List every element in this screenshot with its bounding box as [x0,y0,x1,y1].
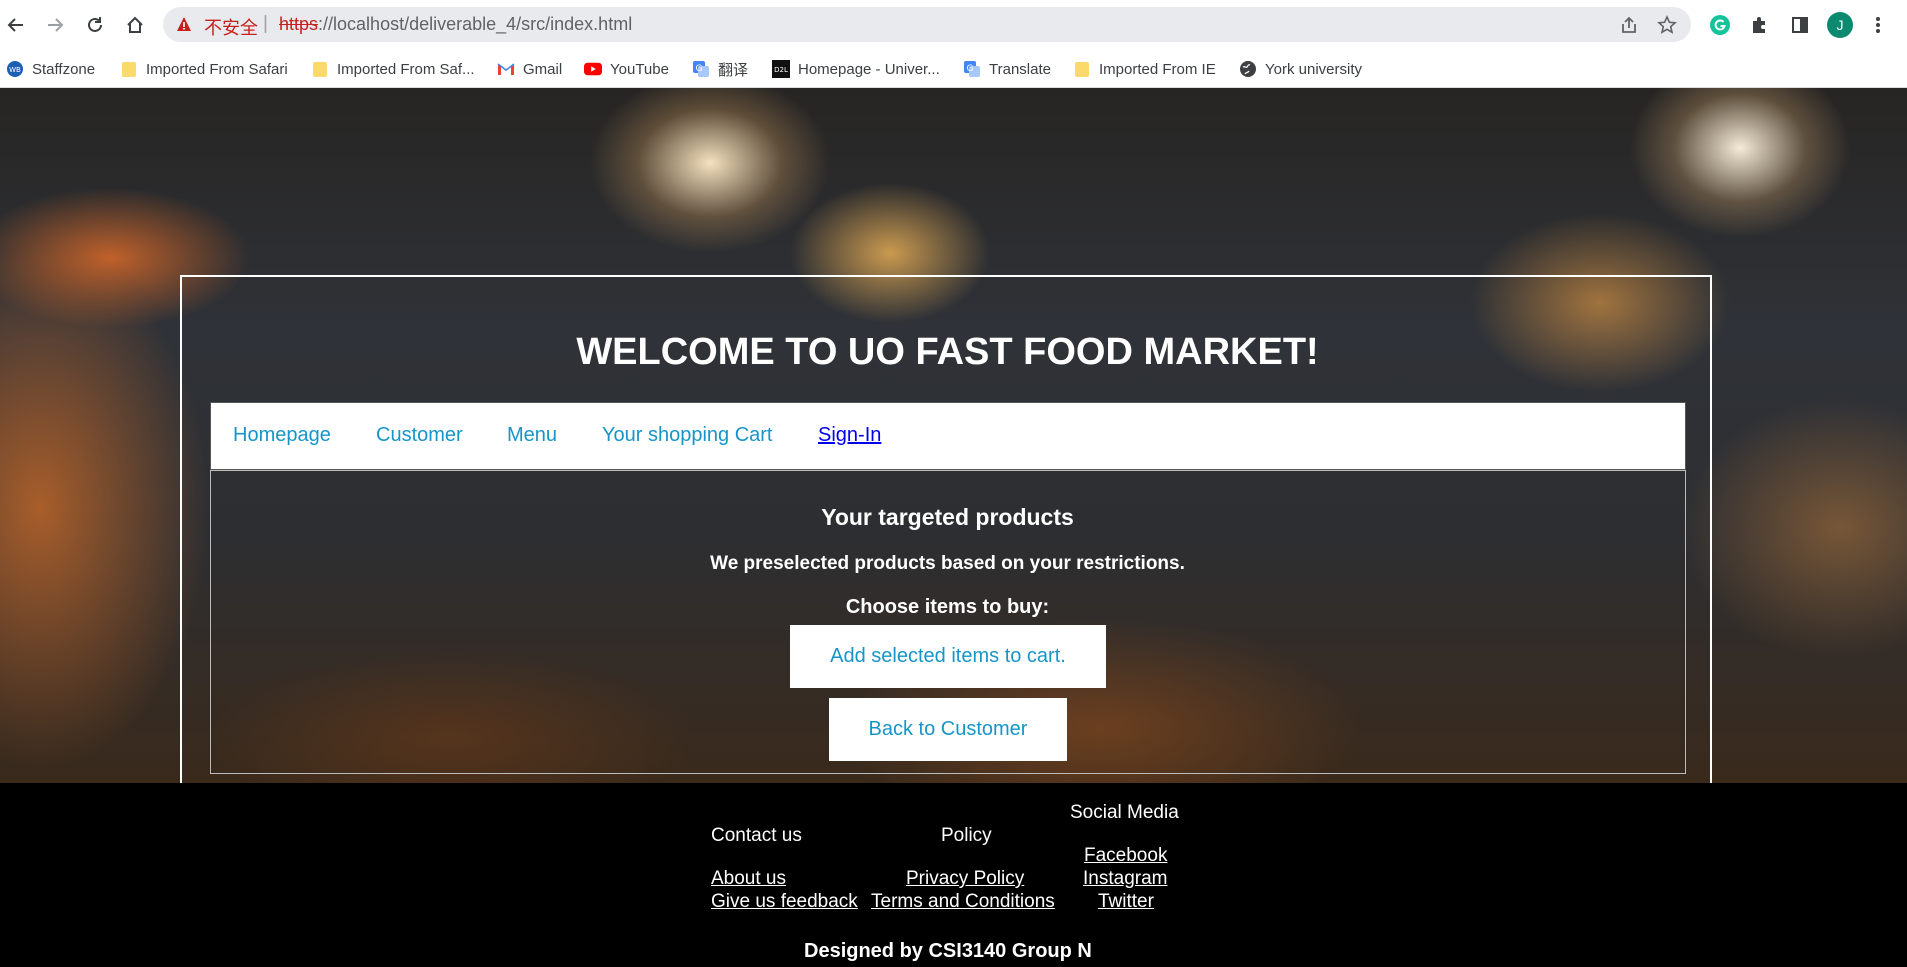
staffzone-icon: WB [6,60,24,78]
side-panel-icon[interactable] [1787,12,1813,38]
add-to-cart-button[interactable]: Add selected items to cart. [790,625,1106,688]
bookmark-label: York university [1265,60,1362,78]
footer-policy-heading: Policy [941,825,992,846]
bookmark-label: Imported From Saf... [337,60,475,78]
footer-link-facebook[interactable]: Facebook [1084,845,1167,867]
bookmarks-bar: WB Staffzone Imported From Safari Import… [0,49,1907,88]
nav-link-customer[interactable]: Customer [376,424,463,447]
bookmark-youtube[interactable]: YouTube [584,58,669,80]
svg-text:G: G [696,64,703,74]
svg-text:D2L: D2L [774,66,788,74]
profile-avatar[interactable]: J [1827,12,1853,38]
extensions-puzzle-icon[interactable] [1747,12,1773,38]
d2l-icon: D2L [772,60,790,78]
bookmark-staffzone[interactable]: WB Staffzone [6,58,95,80]
profile-initial: J [1827,12,1853,38]
nav-link-shopping-cart[interactable]: Your shopping Cart [602,424,773,447]
home-icon[interactable] [122,12,148,38]
forward-arrow-icon[interactable] [42,12,68,38]
site-navbar: Homepage Customer Menu Your shopping Car… [210,402,1686,470]
warning-icon [176,16,192,37]
back-to-customer-button[interactable]: Back to Customer [829,698,1067,761]
bookmark-fanyi[interactable]: G 翻译 [692,58,748,80]
footer-credits: Designed by CSI3140 Group N [804,940,1092,962]
back-arrow-icon[interactable] [3,12,29,38]
more-menu-icon[interactable] [1865,12,1891,38]
reload-icon[interactable] [82,12,108,38]
bookmark-imported-ie[interactable]: Imported From IE [1073,58,1216,80]
footer-link-twitter[interactable]: Twitter [1098,891,1154,913]
page-title: WELCOME TO UO FAST FOOD MARKET! [576,331,1319,373]
footer-link-instagram[interactable]: Instagram [1083,868,1167,890]
youtube-icon [584,60,602,78]
footer-link-privacy-policy[interactable]: Privacy Policy [906,868,1024,890]
nav-link-menu[interactable]: Menu [507,424,557,447]
folder-icon [311,60,329,78]
products-subheading: We preselected products based on your re… [710,553,1185,574]
bookmark-york-university[interactable]: York university [1239,58,1362,80]
svg-text:WB: WB [9,66,21,74]
folder-icon [1073,60,1091,78]
folder-icon [120,60,138,78]
translate-icon: G [692,60,710,78]
gmail-icon [497,60,515,78]
security-status-label[interactable]: 不安全 [204,14,258,40]
url-scheme: https [279,14,319,34]
bookmark-label: Staffzone [32,60,96,78]
globe-icon [1239,60,1257,78]
bookmark-label: Imported From Safari [146,60,288,78]
choose-items-label: Choose items to buy: [845,596,1050,618]
bookmark-label: YouTube [610,60,669,78]
footer-contact-heading: Contact us [711,825,802,846]
grammarly-icon[interactable] [1707,12,1733,38]
bookmark-label: Gmail [523,60,563,78]
bookmark-homepage-univer[interactable]: D2L Homepage - Univer... [772,58,940,80]
bookmark-label: Imported From IE [1099,60,1216,78]
bookmark-label: Homepage - Univer... [798,60,940,78]
svg-text:G: G [967,64,974,74]
url-path: ://localhost/deliverable_4/src/index.htm… [318,14,633,34]
bookmark-gmail[interactable]: Gmail [497,58,562,80]
bookmark-imported-safari-2[interactable]: Imported From Saf... [311,58,475,80]
footer-link-about-us[interactable]: About us [711,868,786,890]
footer-social-heading: Social Media [1070,802,1179,823]
browser-toolbar: 不安全 | https://localhost/deliverable_4/sr… [0,0,1907,49]
share-icon[interactable] [1619,15,1639,40]
bookmark-star-icon[interactable] [1657,15,1677,40]
translate-icon: G [963,60,981,78]
url-text[interactable]: https://localhost/deliverable_4/src/inde… [279,14,632,35]
address-bar[interactable]: 不安全 | https://localhost/deliverable_4/sr… [163,7,1691,42]
products-heading: Your targeted products [821,504,1074,530]
bookmark-label: Translate [989,60,1051,78]
footer-link-feedback[interactable]: Give us feedback [711,891,858,913]
bookmark-label: 翻译 [718,61,749,79]
separator: | [263,13,268,34]
bookmark-translate[interactable]: G Translate [963,58,1051,80]
nav-link-homepage[interactable]: Homepage [233,424,331,447]
footer-link-terms[interactable]: Terms and Conditions [871,891,1055,913]
nav-link-sign-in[interactable]: Sign-In [818,424,881,447]
bookmark-imported-safari[interactable]: Imported From Safari [120,58,288,80]
